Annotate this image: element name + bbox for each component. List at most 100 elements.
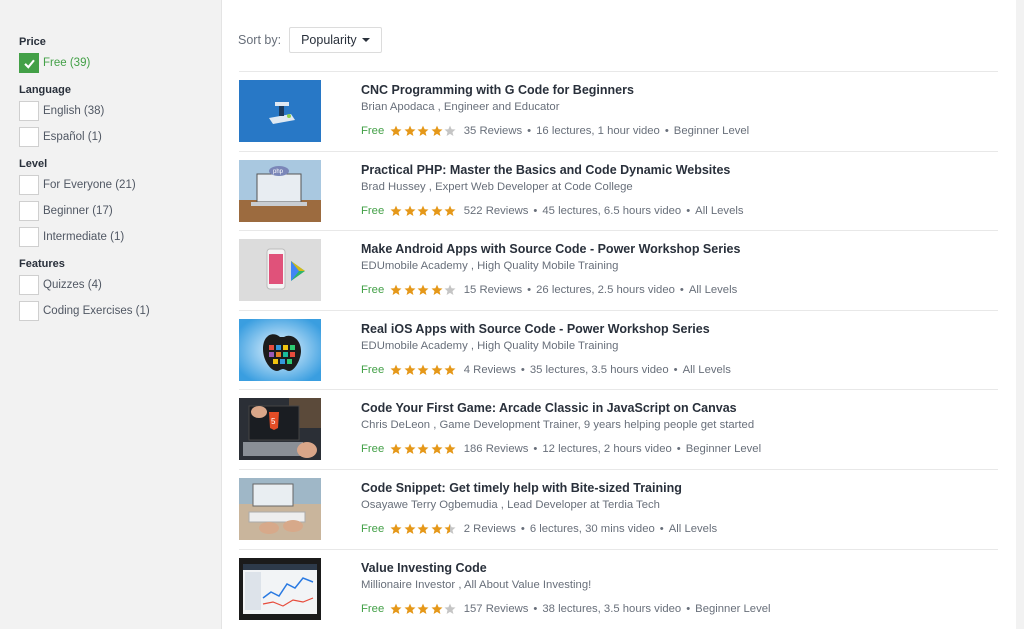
course-info: Code Your First Game: Arcade Classic in … bbox=[361, 400, 998, 457]
course-thumbnail-code-snippet[interactable] bbox=[239, 477, 321, 540]
checkbox-icon[interactable] bbox=[19, 201, 39, 221]
course-thumbnail-android[interactable] bbox=[239, 239, 321, 302]
sort-value: Popularity bbox=[301, 33, 357, 47]
course-row[interactable]: Make Android Apps with Source Code - Pow… bbox=[239, 230, 998, 310]
course-info: Practical PHP: Master the Basics and Cod… bbox=[361, 162, 998, 219]
filter-group-level: Level For Everyone (21) Beginner (17) In… bbox=[19, 158, 220, 250]
course-row[interactable]: php Practical PHP: Master the Basics and… bbox=[239, 150, 998, 231]
separator-dot: • bbox=[533, 443, 538, 456]
course-meta: Free 186 Reviews • 12 lectures, 2 hours … bbox=[361, 441, 998, 457]
lecture-info: 45 lectures, 6.5 hours video bbox=[542, 204, 682, 217]
course-title[interactable]: CNC Programming with G Code for Beginner… bbox=[361, 82, 998, 98]
review-count: 35 Reviews bbox=[463, 125, 523, 137]
checkbox-icon[interactable] bbox=[19, 227, 39, 247]
course-row[interactable]: Real iOS Apps with Source Code - Power W… bbox=[239, 309, 998, 390]
star-empty-icon bbox=[444, 284, 456, 296]
course-meta: Free 157 Reviews • 38 lectures, 3.5 hour… bbox=[361, 601, 998, 617]
star-full-icon bbox=[417, 284, 429, 296]
course-row[interactable]: Code Snippet: Get timely help with Bite-… bbox=[239, 468, 998, 549]
course-title[interactable]: Practical PHP: Master the Basics and Cod… bbox=[361, 162, 998, 178]
lecture-info: 35 lectures, 3.5 hours video bbox=[529, 363, 669, 376]
course-level: Beginner Level bbox=[673, 125, 750, 137]
rating-stars bbox=[390, 125, 458, 137]
svg-text:5: 5 bbox=[271, 417, 276, 426]
checkbox-icon[interactable] bbox=[19, 275, 39, 295]
checkbox-icon[interactable] bbox=[19, 301, 39, 321]
course-info: Make Android Apps with Source Code - Pow… bbox=[361, 241, 998, 298]
course-title[interactable]: Code Your First Game: Arcade Classic in … bbox=[361, 400, 998, 416]
filter-option-coding-exercises[interactable]: Coding Exercises (1) bbox=[19, 298, 220, 324]
star-full-icon bbox=[404, 205, 416, 216]
filter-option-label: For Everyone (21) bbox=[43, 179, 136, 191]
separator-dot: • bbox=[664, 125, 669, 137]
checkbox-icon[interactable] bbox=[19, 175, 39, 195]
filter-group-price: Price Free (39) bbox=[19, 36, 220, 76]
star-full-icon bbox=[404, 364, 416, 375]
star-full-icon bbox=[417, 603, 429, 614]
svg-text:php: php bbox=[273, 169, 284, 175]
filter-option-free[interactable]: Free (39) bbox=[19, 50, 220, 76]
checkbox-icon[interactable] bbox=[19, 101, 39, 121]
filter-option-beginner[interactable]: Beginner (17) bbox=[19, 198, 220, 224]
checkbox-checked-icon[interactable] bbox=[19, 53, 39, 73]
filter-option-label: Intermediate (1) bbox=[43, 231, 125, 243]
filter-option-english[interactable]: English (38) bbox=[19, 98, 220, 124]
separator-dot: • bbox=[533, 204, 538, 217]
course-author: Brad Hussey , Expert Web Developer at Co… bbox=[361, 180, 633, 193]
review-count: 522 Reviews bbox=[463, 204, 529, 217]
review-count: 4 Reviews bbox=[463, 363, 516, 376]
star-full-icon bbox=[431, 523, 443, 534]
filter-group-language: Language English (38) Español (1) bbox=[19, 84, 220, 150]
rating-stars bbox=[390, 603, 458, 615]
course-info: CNC Programming with G Code for Beginner… bbox=[361, 82, 998, 139]
filter-option-for-everyone[interactable]: For Everyone (21) bbox=[19, 172, 220, 198]
course-thumbnail-value-investing[interactable] bbox=[239, 557, 321, 620]
separator-dot: • bbox=[679, 284, 684, 297]
star-full-icon bbox=[444, 364, 456, 375]
filter-option-label: Free (39) bbox=[43, 57, 91, 69]
course-title[interactable]: Real iOS Apps with Source Code - Power W… bbox=[361, 321, 998, 337]
course-title[interactable]: Value Investing Code bbox=[361, 560, 998, 576]
rating-stars bbox=[390, 205, 458, 217]
separator-dot: • bbox=[659, 522, 664, 535]
course-meta: Free 15 Reviews • 26 lectures, 2.5 hours… bbox=[361, 282, 998, 298]
course-thumbnail-ios[interactable] bbox=[239, 318, 321, 381]
course-title[interactable]: Make Android Apps with Source Code - Pow… bbox=[361, 241, 998, 257]
course-meta: Free 522 Reviews • 45 lectures, 6.5 hour… bbox=[361, 203, 998, 219]
course-list: CNC Programming with G Code for Beginner… bbox=[239, 71, 998, 628]
star-full-icon bbox=[404, 284, 416, 296]
course-row[interactable]: 5 Code Your First Game: Arcade Classic i… bbox=[239, 389, 998, 469]
course-thumbnail-php[interactable]: php bbox=[239, 159, 321, 222]
course-row[interactable]: CNC Programming with G Code for Beginner… bbox=[239, 71, 998, 151]
lecture-info: 16 lectures, 1 hour video bbox=[536, 125, 660, 137]
lecture-info: 38 lectures, 3.5 hours video bbox=[542, 602, 682, 615]
course-level: Beginner Level bbox=[695, 602, 771, 615]
filter-option-intermediate[interactable]: Intermediate (1) bbox=[19, 224, 220, 250]
course-author: EDUmobile Academy , High Quality Mobile … bbox=[361, 260, 619, 273]
separator-dot: • bbox=[676, 443, 681, 456]
filter-option-espanol[interactable]: Español (1) bbox=[19, 124, 220, 150]
price-label: Free bbox=[361, 284, 385, 297]
star-full-icon bbox=[444, 443, 456, 455]
filter-option-quizzes[interactable]: Quizzes (4) bbox=[19, 272, 220, 298]
separator-dot: • bbox=[527, 125, 532, 137]
star-full-icon bbox=[390, 603, 402, 614]
checkbox-icon[interactable] bbox=[19, 127, 39, 147]
course-level: All Levels bbox=[668, 522, 718, 535]
course-title[interactable]: Code Snippet: Get timely help with Bite-… bbox=[361, 480, 998, 496]
sort-dropdown[interactable]: Popularity bbox=[289, 27, 382, 53]
course-row[interactable]: Value Investing Code Millionaire Investo… bbox=[239, 548, 998, 629]
filter-title-price: Price bbox=[19, 36, 46, 48]
star-full-icon bbox=[417, 205, 429, 216]
price-label: Free bbox=[361, 602, 385, 615]
course-info: Real iOS Apps with Source Code - Power W… bbox=[361, 321, 998, 378]
star-empty-icon bbox=[444, 125, 456, 136]
star-full-icon bbox=[417, 364, 429, 375]
filter-title-language: Language bbox=[19, 84, 71, 96]
course-thumbnail-javascript-game[interactable]: 5 bbox=[239, 398, 321, 461]
rating-stars bbox=[390, 364, 458, 376]
star-full-icon bbox=[431, 284, 443, 296]
course-author: Brian Apodaca , Engineer and Educator bbox=[361, 101, 560, 113]
review-count: 157 Reviews bbox=[463, 602, 529, 615]
course-thumbnail-cnc[interactable] bbox=[239, 80, 321, 142]
